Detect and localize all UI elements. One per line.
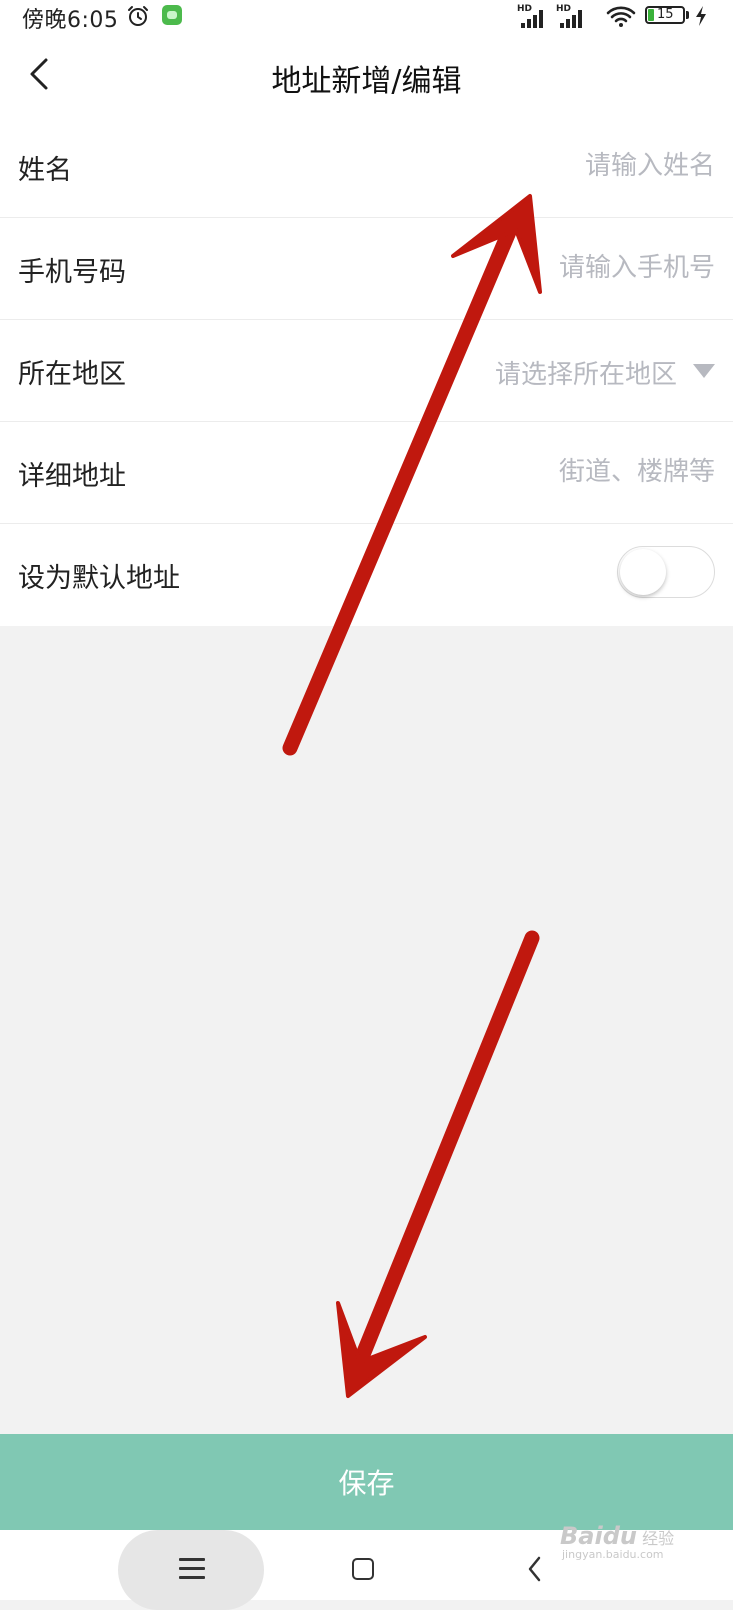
name-row: 姓名 [0,116,733,218]
wifi-icon [606,6,636,27]
region-label: 所在地区 [18,359,126,390]
dropdown-arrow-icon[interactable] [693,364,715,378]
battery-level: 15 [657,7,674,22]
name-input[interactable] [335,142,715,190]
address-row: 详细地址 [0,422,733,524]
toggle-knob [620,549,666,595]
battery-tip [686,11,689,19]
region-row[interactable]: 所在地区 请选择所在地区 [0,320,733,422]
phone-row: 手机号码 [0,218,733,320]
watermark-suffix: 经验 [642,1529,675,1548]
default-row: 设为默认地址 [0,524,733,626]
app-icon [162,5,182,25]
nav-back-icon[interactable] [526,1556,544,1582]
annotation-arrow-down [336,930,540,1398]
bolt-icon [696,6,706,26]
address-label: 详细地址 [18,461,126,492]
phone-label: 手机号码 [18,257,126,288]
alarm-icon [128,6,148,26]
default-toggle[interactable] [617,546,715,598]
header: 地址新增/编辑 [0,34,733,116]
page-title: 地址新增/编辑 [271,64,462,99]
default-label: 设为默认地址 [18,563,180,594]
region-select[interactable]: 请选择所在地区 [495,354,677,391]
save-button[interactable]: 保存 [0,1434,733,1530]
status-time: 傍晚6:05 [22,8,119,33]
menu-button[interactable] [118,1530,264,1610]
watermark-brand2: du [602,1522,637,1550]
name-label: 姓名 [18,155,72,186]
battery-icon: 15 [645,6,685,24]
status-bar: 傍晚6:05 HD HD 15 [0,0,733,34]
menu-icon [179,1558,205,1580]
home-icon[interactable] [352,1558,374,1580]
watermark-url: jingyan.baidu.com [562,1548,664,1561]
phone-input[interactable] [335,244,715,292]
address-input[interactable] [335,448,715,496]
address-form: 姓名 手机号码 所在地区 请选择所在地区 详细地址 设为默认地址 [0,116,733,626]
watermark-brand: Bai [560,1522,603,1550]
baidu-watermark: Baidu 经验 jingyan.baidu.com [560,1522,674,1561]
